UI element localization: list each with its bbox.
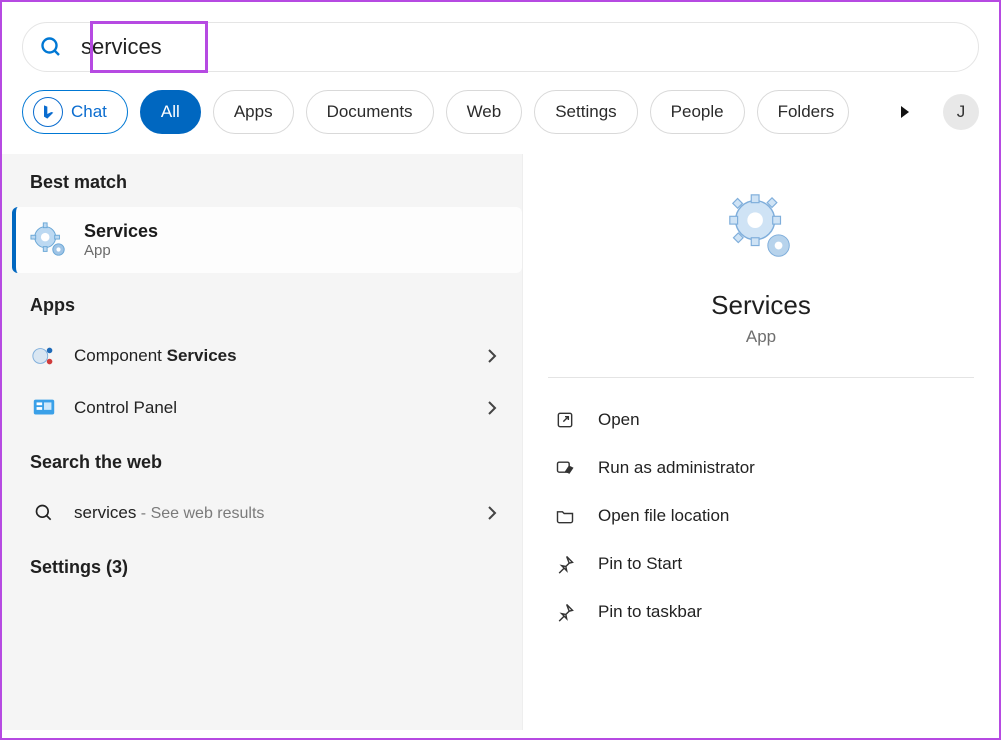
pin-icon: [554, 602, 576, 622]
filter-documents[interactable]: Documents: [306, 90, 434, 134]
main-area: Best match Services App Apps: [2, 154, 999, 730]
filter-settings[interactable]: Settings: [534, 90, 637, 134]
component-services-icon: [30, 342, 58, 370]
chevron-right-icon: [486, 349, 498, 363]
filter-folders-label: Folders: [778, 102, 835, 122]
result-label: Control Panel: [74, 398, 177, 418]
filter-web-label: Web: [467, 102, 502, 122]
action-label: Pin to Start: [598, 554, 682, 574]
detail-pane: Services App Open Run as administrator: [522, 154, 999, 730]
action-open-location[interactable]: Open file location: [548, 492, 974, 540]
filter-apps-label: Apps: [234, 102, 273, 122]
apps-heading: Apps: [2, 273, 522, 330]
best-match-subtitle: App: [84, 242, 158, 259]
filter-people-label: People: [671, 102, 724, 122]
result-label: Component Services: [74, 346, 237, 366]
filter-apps[interactable]: Apps: [213, 90, 294, 134]
bing-icon: [33, 97, 63, 127]
filter-documents-label: Documents: [327, 102, 413, 122]
user-avatar[interactable]: J: [943, 94, 979, 130]
filter-folders[interactable]: Folders: [757, 90, 850, 134]
result-web-search[interactable]: services - See web results: [2, 487, 522, 539]
shield-admin-icon: [554, 458, 576, 478]
action-label: Pin to taskbar: [598, 602, 702, 622]
action-open[interactable]: Open: [548, 396, 974, 444]
best-match-title: Services: [84, 221, 158, 242]
control-panel-icon: [30, 394, 58, 422]
result-label: services - See web results: [74, 503, 264, 523]
best-match-result[interactable]: Services App: [12, 207, 522, 273]
action-pin-start[interactable]: Pin to Start: [548, 540, 974, 588]
web-heading: Search the web: [2, 434, 522, 487]
search-input[interactable]: [77, 32, 966, 62]
settings-heading: Settings (3): [2, 539, 522, 592]
services-gear-icon: [30, 221, 68, 259]
more-filters-arrow-icon[interactable]: [891, 98, 919, 126]
result-component-services[interactable]: Component Services: [2, 330, 522, 382]
pin-icon: [554, 554, 576, 574]
filter-chat-label: Chat: [71, 102, 107, 122]
search-icon: [39, 35, 63, 59]
action-label: Open file location: [598, 506, 729, 526]
action-label: Open: [598, 410, 640, 430]
filter-chat[interactable]: Chat: [22, 90, 128, 134]
services-gear-icon-large: [722, 189, 800, 267]
open-icon: [554, 410, 576, 430]
action-label: Run as administrator: [598, 458, 755, 478]
filter-settings-label: Settings: [555, 102, 616, 122]
filter-all-label: All: [161, 102, 180, 122]
search-bar: [22, 22, 979, 72]
detail-subtitle: App: [548, 327, 974, 347]
filter-people[interactable]: People: [650, 90, 745, 134]
result-control-panel[interactable]: Control Panel: [2, 382, 522, 434]
filter-row: Chat All Apps Documents Web Settings Peo…: [22, 90, 979, 134]
filter-web[interactable]: Web: [446, 90, 523, 134]
results-pane: Best match Services App Apps: [2, 154, 522, 730]
filter-all[interactable]: All: [140, 90, 201, 134]
chevron-right-icon: [486, 401, 498, 415]
action-run-admin[interactable]: Run as administrator: [548, 444, 974, 492]
best-match-heading: Best match: [2, 172, 522, 207]
divider: [548, 377, 974, 378]
chevron-right-icon: [486, 506, 498, 520]
search-icon: [30, 499, 58, 527]
detail-title: Services: [548, 290, 974, 321]
folder-icon: [554, 506, 576, 526]
action-pin-taskbar[interactable]: Pin to taskbar: [548, 588, 974, 636]
avatar-initial: J: [957, 102, 966, 122]
